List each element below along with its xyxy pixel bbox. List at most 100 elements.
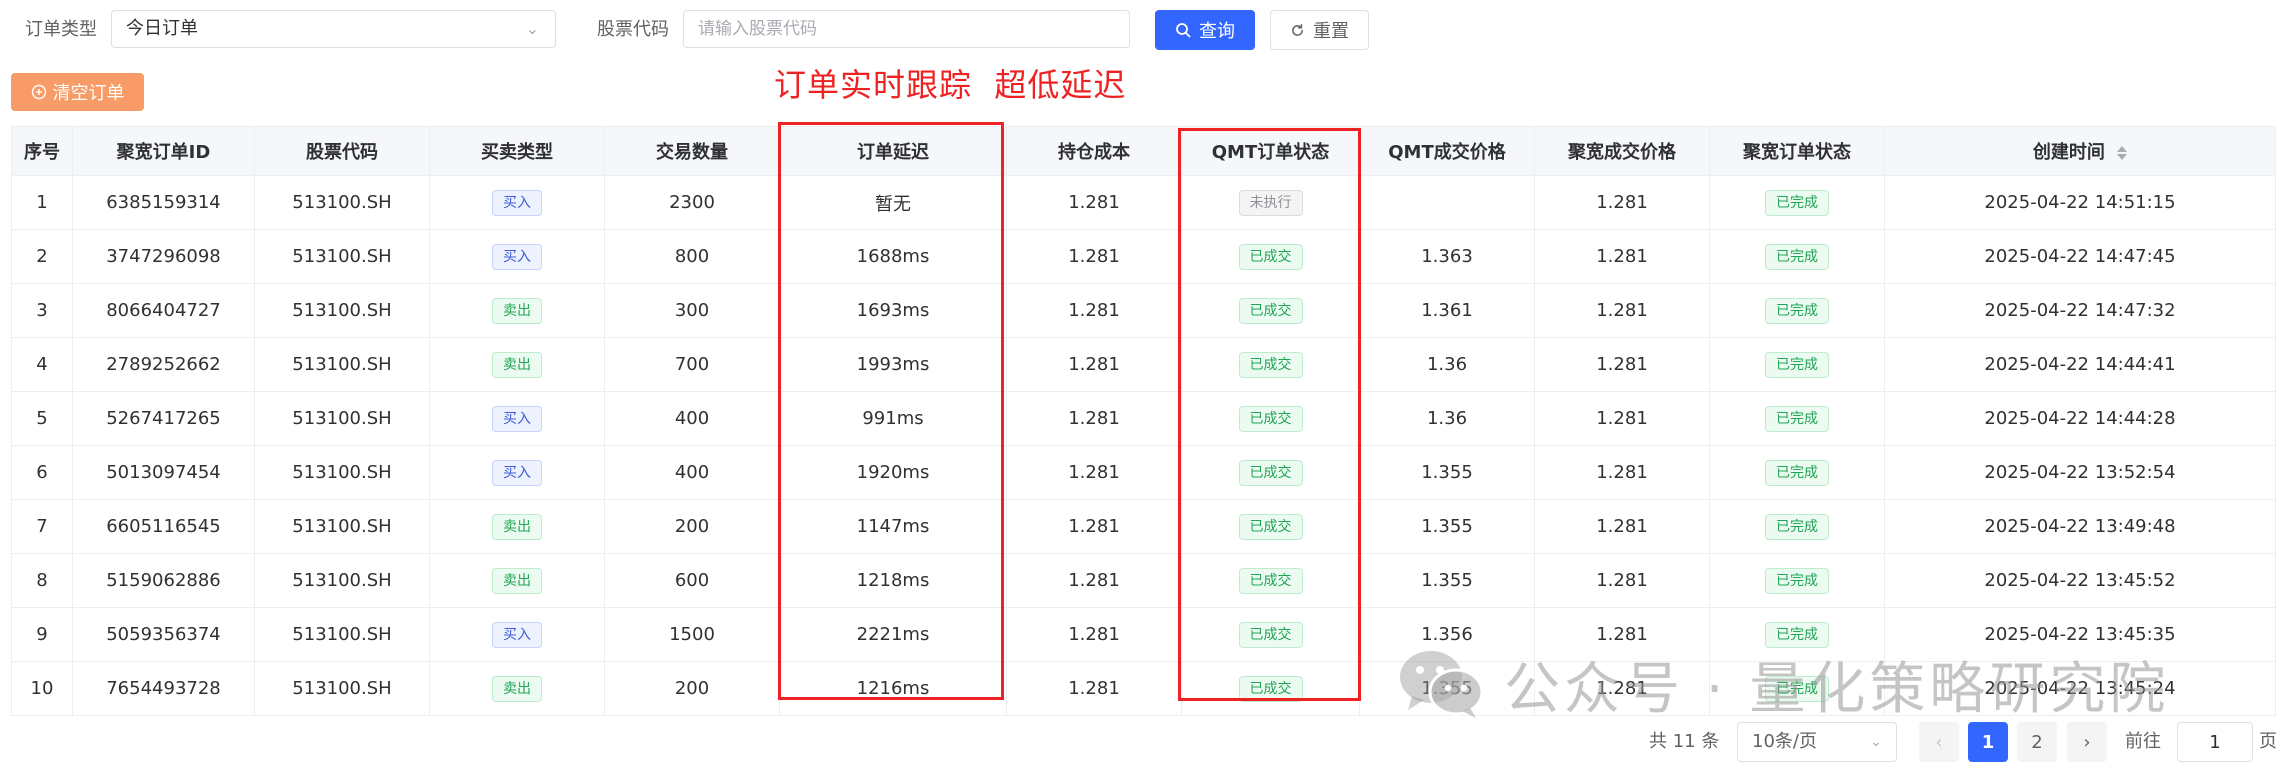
cell-side: 买入 xyxy=(429,607,605,662)
page-button-2[interactable]: 2 xyxy=(2017,722,2057,762)
jq-status-tag: 已完成 xyxy=(1765,459,1829,486)
cell-jq-price: 1.281 xyxy=(1534,445,1710,500)
cell-qmt-status: 已成交 xyxy=(1181,553,1360,608)
circle-plus-icon xyxy=(31,84,46,100)
cell-created-time: 2025-04-22 14:51:15 xyxy=(1884,175,2276,230)
cell-jq-order-id: 2789252662 xyxy=(72,337,255,392)
cell-qmt-status: 已成交 xyxy=(1181,337,1360,392)
cell-side: 买入 xyxy=(429,175,605,230)
col-header-stock-code: 股票代码 xyxy=(254,126,430,176)
cell-order-delay: 1216ms xyxy=(779,661,1007,716)
page-size-value: 10条/页 xyxy=(1752,731,1817,752)
cell-quantity: 2300 xyxy=(604,175,780,230)
col-header-side: 买卖类型 xyxy=(429,126,605,176)
col-header-created-time[interactable]: 创建时间 xyxy=(1884,126,2276,176)
qmt-status-tag: 已成交 xyxy=(1238,243,1303,270)
table-row: 3 8066404727 513100.SH 卖出 300 1693ms 1.281 已成交 1… xyxy=(11,283,2276,338)
goto-page-input[interactable] xyxy=(2177,722,2253,762)
next-page-button[interactable]: › xyxy=(2067,722,2107,762)
cell-jq-order-id: 7654493728 xyxy=(72,661,255,716)
stock-code-input[interactable] xyxy=(683,10,1130,48)
col-header-qmt-status: QMT订单状态 xyxy=(1181,126,1360,176)
query-button[interactable]: 查询 xyxy=(1155,10,1255,50)
cell-order-delay: 1688ms xyxy=(779,229,1007,284)
cell-stock-code: 513100.SH xyxy=(254,661,430,716)
qmt-status-tag: 未执行 xyxy=(1238,189,1303,216)
cell-order-delay: 1993ms xyxy=(779,337,1007,392)
cell-qmt-status: 已成交 xyxy=(1181,445,1360,500)
table-row: 7 6605116545 513100.SH 卖出 200 1147ms 1.281 已成交 1… xyxy=(11,499,2276,554)
cell-order-delay: 1920ms xyxy=(779,445,1007,500)
jq-status-tag: 已完成 xyxy=(1765,297,1829,324)
cell-jq-status: 已完成 xyxy=(1709,283,1885,338)
cell-qmt-price: 1.355 xyxy=(1359,499,1535,554)
cell-jq-price: 1.281 xyxy=(1534,175,1710,230)
clear-orders-button[interactable]: 清空订单 xyxy=(11,73,144,111)
cell-jq-price: 1.281 xyxy=(1534,661,1710,716)
pagination: 共 11 条 10条/页 ⌄ ‹ 1 2 › 前往 页 xyxy=(0,720,2282,764)
cell-side: 卖出 xyxy=(429,661,605,716)
cell-order-delay: 1693ms xyxy=(779,283,1007,338)
table-row: 1 6385159314 513100.SH 买入 2300 暂无 1.281 未执行 1.28… xyxy=(11,175,2276,230)
table-body: 1 6385159314 513100.SH 买入 2300 暂无 1.281 未执行 1.28… xyxy=(11,175,2276,716)
cell-quantity: 200 xyxy=(604,661,780,716)
cell-quantity: 300 xyxy=(604,283,780,338)
qmt-status-tag: 已成交 xyxy=(1238,567,1303,594)
cell-jq-status: 已完成 xyxy=(1709,229,1885,284)
cell-seq: 3 xyxy=(11,283,73,338)
table-row: 8 5159062886 513100.SH 卖出 600 1218ms 1.281 已成交 1… xyxy=(11,553,2276,608)
query-button-label: 查询 xyxy=(1199,21,1235,42)
jq-status-tag: 已完成 xyxy=(1765,405,1829,432)
table-row: 4 2789252662 513100.SH 卖出 700 1993ms 1.281 已成交 1… xyxy=(11,337,2276,392)
page-size-select[interactable]: 10条/页 ⌄ xyxy=(1737,722,1897,762)
cell-jq-price: 1.281 xyxy=(1534,391,1710,446)
qmt-status-tag: 已成交 xyxy=(1238,513,1303,540)
reset-button[interactable]: 重置 xyxy=(1270,10,1369,50)
cell-jq-status: 已完成 xyxy=(1709,661,1885,716)
cell-qmt-price: 1.355 xyxy=(1359,445,1535,500)
cell-created-time: 2025-04-22 13:45:52 xyxy=(1884,553,2276,608)
cell-qmt-price: 1.355 xyxy=(1359,553,1535,608)
cell-quantity: 1500 xyxy=(604,607,780,662)
cell-stock-code: 513100.SH xyxy=(254,337,430,392)
goto-prefix: 前往 xyxy=(2125,731,2161,752)
cell-quantity: 700 xyxy=(604,337,780,392)
cell-quantity: 200 xyxy=(604,499,780,554)
col-header-qmt-price: QMT成交价格 xyxy=(1359,126,1535,176)
chevron-left-icon: ‹ xyxy=(1935,731,1943,753)
cell-jq-order-id: 8066404727 xyxy=(72,283,255,338)
table-header: 序号 聚宽订单ID 股票代码 买卖类型 交易数量 订单延迟 持仓成本 QMT订单… xyxy=(11,126,2276,176)
cell-stock-code: 513100.SH xyxy=(254,607,430,662)
cell-side: 卖出 xyxy=(429,337,605,392)
cell-position-cost: 1.281 xyxy=(1006,445,1182,500)
cell-position-cost: 1.281 xyxy=(1006,229,1182,284)
cell-jq-order-id: 5059356374 xyxy=(72,607,255,662)
cell-stock-code: 513100.SH xyxy=(254,499,430,554)
col-header-seq: 序号 xyxy=(11,126,73,176)
prev-page-button[interactable]: ‹ xyxy=(1919,722,1959,762)
filter-bar: 订单类型 今日订单 ⌄ 股票代码 查询 重置 xyxy=(0,0,2282,62)
table-row: 5 5267417265 513100.SH 买入 400 991ms 1.281 已成交 1.… xyxy=(11,391,2276,446)
side-tag: 卖出 xyxy=(492,675,542,702)
cell-position-cost: 1.281 xyxy=(1006,553,1182,608)
col-header-jq-status: 聚宽订单状态 xyxy=(1709,126,1885,176)
cell-qmt-status: 未执行 xyxy=(1181,175,1360,230)
order-type-select[interactable]: 今日订单 ⌄ xyxy=(111,10,556,48)
side-tag: 买入 xyxy=(492,459,542,486)
cell-stock-code: 513100.SH xyxy=(254,391,430,446)
cell-stock-code: 513100.SH xyxy=(254,175,430,230)
page-button-1[interactable]: 1 xyxy=(1968,722,2008,762)
cell-side: 卖出 xyxy=(429,553,605,608)
cell-position-cost: 1.281 xyxy=(1006,499,1182,554)
sort-caret-icon[interactable] xyxy=(2117,146,2128,160)
cell-seq: 1 xyxy=(11,175,73,230)
cell-jq-status: 已完成 xyxy=(1709,553,1885,608)
refresh-icon xyxy=(1292,23,1303,36)
cell-created-time: 2025-04-22 13:45:24 xyxy=(1884,661,2276,716)
qmt-status-tag: 已成交 xyxy=(1238,675,1303,702)
chevron-down-icon: ⌄ xyxy=(1870,734,1882,750)
side-tag: 卖出 xyxy=(492,513,542,540)
annotation-banner: 订单实时跟踪 超低延迟 xyxy=(774,66,1127,104)
cell-seq: 4 xyxy=(11,337,73,392)
cell-quantity: 400 xyxy=(604,445,780,500)
